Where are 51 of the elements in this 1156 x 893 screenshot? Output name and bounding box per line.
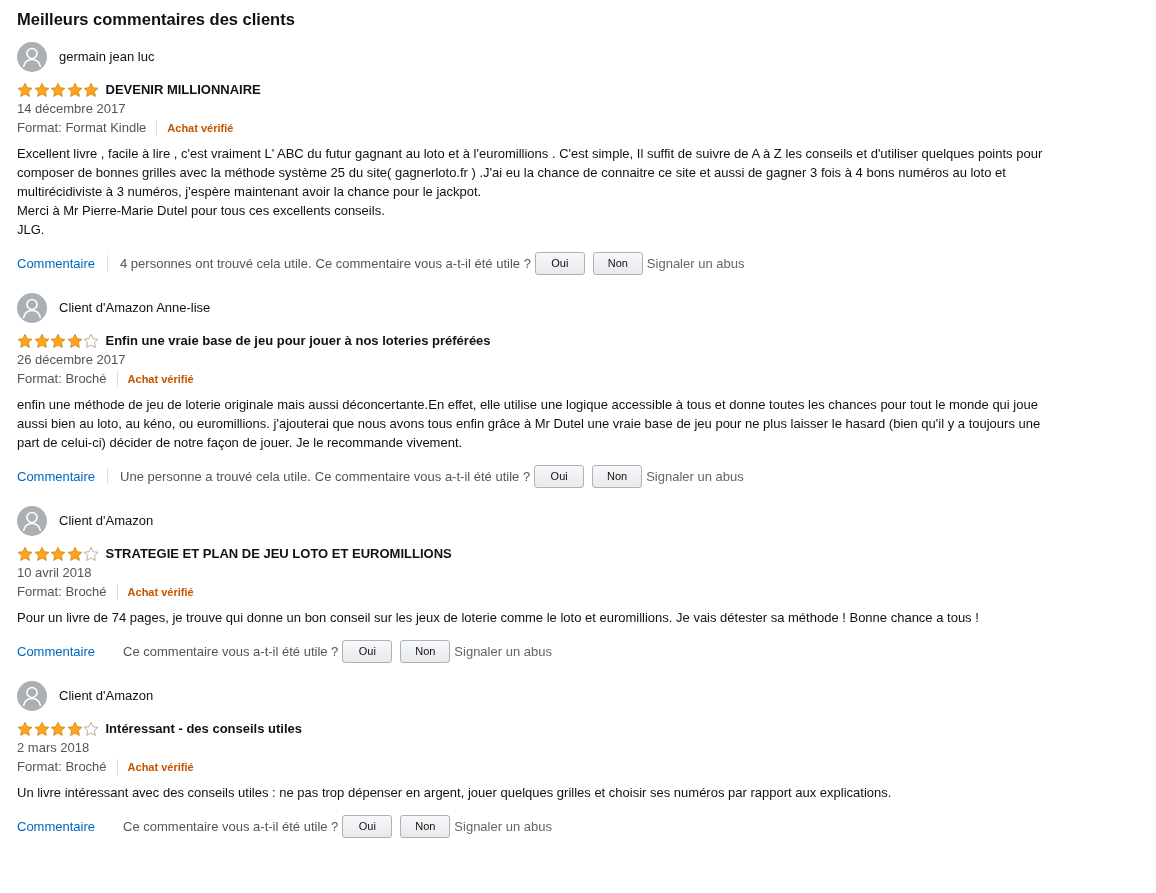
helpful-count: 4 personnes ont trouvé cela utile. <box>120 254 312 273</box>
avatar-icon <box>17 292 47 323</box>
report-abuse-link[interactable]: Signaler un abus <box>646 466 744 487</box>
author-name: Client d'Amazon Anne-lise <box>59 299 211 318</box>
avatar-icon <box>17 680 47 711</box>
author-name: Client d'Amazon <box>59 687 154 706</box>
helpful-question: Ce commentaire vous a-t-il été utile ? <box>314 467 531 486</box>
review-date: 14 décembre 2017 <box>17 100 127 119</box>
no-button[interactable]: Non <box>400 814 451 838</box>
report-abuse-link[interactable]: Signaler un abus <box>646 253 745 274</box>
no-button[interactable]: Non <box>592 251 643 275</box>
review-date: 2 mars 2018 <box>17 739 91 758</box>
format-label: Format: Broché <box>17 583 107 602</box>
review-title: Enfin une vraie base de jeu pour jouer à nos loteries préférées <box>105 331 491 350</box>
format-label: Format: Broché <box>17 370 107 389</box>
format-label: Format: Broché <box>17 758 107 777</box>
avatar-icon <box>17 41 47 72</box>
avatar-icon <box>17 505 47 536</box>
verified-purchase-label: Achat vérifié <box>116 758 194 776</box>
helpful-count: Une personne a trouvé cela utile. <box>120 467 311 486</box>
no-button[interactable]: Non <box>592 464 643 488</box>
comment-link[interactable]: Commentaire <box>17 466 96 487</box>
author-name: Client d'Amazon <box>59 512 154 531</box>
report-abuse-link[interactable]: Signaler un abus <box>454 641 552 662</box>
review-text: Pour un livre de 74 pages, je trouve qui donne un bon conseil sur les jeux de loterie comme le loto et euromillions. Je vais détester sa méthode ! Bonne chance a tous ! <box>17 608 980 627</box>
verified-purchase-label: Achat vérifié <box>116 583 194 601</box>
review-date: 10 avril 2018 <box>17 564 93 583</box>
review-title: DEVENIR MILLIONNAIRE <box>105 80 261 99</box>
review-title: STRATEGIE ET PLAN DE JEU LOTO ET EUROMILLIONS <box>105 544 452 563</box>
review-text: Excellent livre , facile à lire , c'est vraiment L' ABC du futur gagnant au loto et à l'euromillions . C'est simple, Il suffit de suivre de A à Z les conseils et d'utiliser quelques points pour composer de bonnes grilles avec la méthode système 25 du site( gagnerloto.fr ) .J'ai eu la chance de connaitre ce site et aussi de gagner 3 fois à 4 bons numéros au loto et multirécidiviste à 3 numéros, j'espère maintenant avoir la chance pour le jackpot. Merci à Mr Pierre-Marie Dutel pour tous ces excellents conseils. JLG. <box>17 144 1043 239</box>
yes-button[interactable]: Oui <box>534 251 585 275</box>
comment-link[interactable]: Commentaire <box>17 816 96 837</box>
verified-purchase-label: Achat vérifié <box>116 370 194 388</box>
review-date: 26 décembre 2017 <box>17 351 127 370</box>
comment-link[interactable]: Commentaire <box>17 253 96 274</box>
review-text: Un livre intéressant avec des conseils utiles : ne pas trop dépenser en argent, jouer quelques grilles et choisir ses numéros par rapport aux explications. <box>17 783 893 802</box>
format-label: Format: Format Kindle <box>17 119 147 138</box>
verified-purchase-label: Achat vérifié <box>156 119 234 137</box>
section-heading: Meilleurs commentaires des clients <box>17 10 296 30</box>
author-name: germain jean luc <box>59 48 155 67</box>
report-abuse-link[interactable]: Signaler un abus <box>454 816 552 837</box>
helpful-question: Ce commentaire vous a-t-il été utile ? <box>123 817 339 836</box>
yes-button[interactable]: Oui <box>342 814 393 838</box>
comment-link[interactable]: Commentaire <box>17 641 96 662</box>
yes-button[interactable]: Oui <box>342 639 393 663</box>
yes-button[interactable]: Oui <box>534 464 585 488</box>
review-title: Intéressant - des conseils utiles <box>105 719 303 738</box>
helpful-question: Ce commentaire vous a-t-il été utile ? <box>123 642 339 661</box>
helpful-question: Ce commentaire vous a-t-il été utile ? <box>315 254 531 273</box>
review-text: enfin une méthode de jeu de loterie originale mais aussi déconcertante.En effet, elle utilise une logique accessible à tous et donne toutes les chances pour tout le monde qui joue aussi bien au loto, au kéno, ou euromillions. j'ajouterai que nous avons tous enfin grâce à Mr Dutel une vraie base de jeu pour ne plus laisser le hasard (bien qu'il y a toujours une part de celui-ci) décider de notre façon de jouer. Je le recommande vivement. <box>17 395 1042 452</box>
no-button[interactable]: Non <box>400 639 451 663</box>
